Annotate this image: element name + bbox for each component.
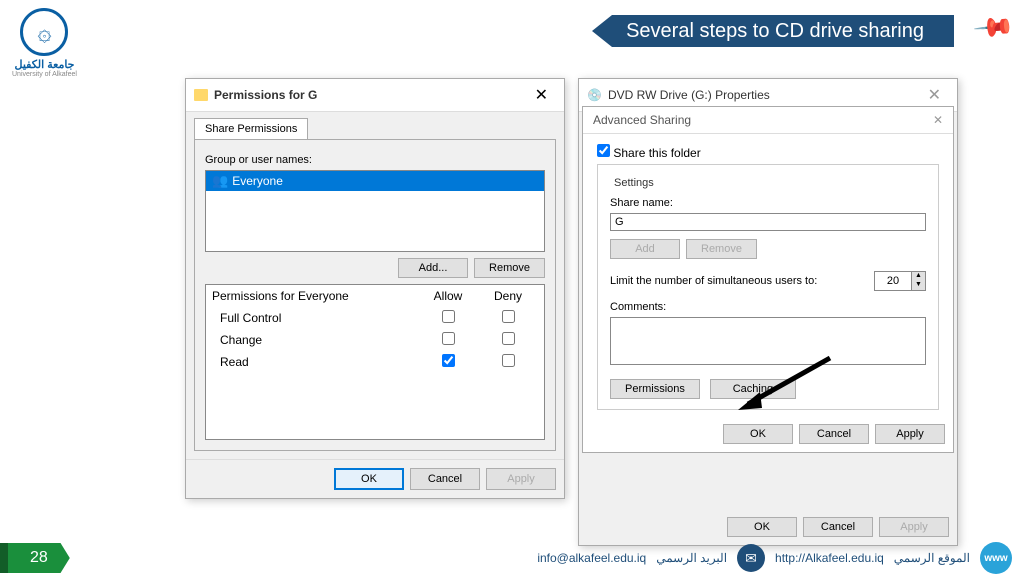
properties-title: DVD RW Drive (G:) Properties <box>608 88 914 102</box>
cancel-button[interactable]: Cancel <box>410 468 480 490</box>
perm-name: Full Control <box>220 311 418 325</box>
dialog-buttons: OK Cancel Apply <box>186 459 564 498</box>
slide-title-banner: Several steps to CD drive sharing <box>592 15 1024 47</box>
limit-users-input[interactable] <box>875 272 911 290</box>
logo-icon: ۞ <box>20 8 68 56</box>
deny-checkbox[interactable] <box>502 332 515 345</box>
folder-icon <box>194 89 208 101</box>
permissions-dialog: Permissions for G ✕ Share Permissions Gr… <box>185 78 565 499</box>
footer-site: http://Alkafeel.edu.iq <box>775 551 884 565</box>
apply-button[interactable]: Apply <box>879 517 949 537</box>
perm-row-read: Read <box>206 351 544 373</box>
ok-button[interactable]: OK <box>723 424 793 444</box>
deny-checkbox[interactable] <box>502 310 515 323</box>
perm-name: Change <box>220 333 418 347</box>
close-icon[interactable]: ✕ <box>527 85 556 105</box>
allow-checkbox[interactable] <box>442 310 455 323</box>
settings-label: Settings <box>610 177 658 189</box>
remove-share-button[interactable]: Remove <box>686 239 757 259</box>
advanced-sharing-titlebar: Advanced Sharing ✕ <box>583 107 953 134</box>
cancel-button[interactable]: Cancel <box>799 424 869 444</box>
ok-button[interactable]: OK <box>334 468 404 490</box>
permissions-button[interactable]: Permissions <box>610 379 700 399</box>
www-icon: www <box>980 542 1012 574</box>
advanced-sharing-title: Advanced Sharing <box>593 113 933 127</box>
close-icon[interactable]: ✕ <box>933 113 943 127</box>
comments-label: Comments: <box>610 301 926 313</box>
group-names-list[interactable]: 👥 Everyone <box>205 170 545 252</box>
share-folder-checkbox[interactable] <box>597 144 610 157</box>
allow-checkbox[interactable] <box>442 354 455 367</box>
drive-icon: 💿 <box>587 88 602 102</box>
footer-email-label: البريد الرسمي <box>656 551 727 565</box>
logo-text-ar: جامعة الكفيل <box>12 58 77 71</box>
tab-share-permissions[interactable]: Share Permissions <box>194 118 308 139</box>
add-share-button[interactable]: Add <box>610 239 680 259</box>
share-name-input[interactable] <box>610 213 926 231</box>
users-icon: 👥 <box>212 173 228 189</box>
permissions-panel: Group or user names: 👥 Everyone Add... R… <box>194 139 556 451</box>
caching-button[interactable]: Caching <box>710 379 796 399</box>
perm-name: Read <box>220 355 418 369</box>
spinner-down-icon[interactable]: ▼ <box>911 281 925 290</box>
remove-button[interactable]: Remove <box>474 258 545 278</box>
slide-footer: 28 info@alkafeel.edu.iq البريد الرسمي ✉ … <box>0 540 1024 576</box>
share-folder-checkbox-label[interactable]: Share this folder <box>597 146 701 160</box>
group-names-label: Group or user names: <box>205 154 545 166</box>
list-item[interactable]: 👥 Everyone <box>206 171 544 191</box>
permissions-table: Permissions for Everyone Allow Deny Full… <box>205 284 545 440</box>
footer-email: info@alkafeel.edu.iq <box>537 551 646 565</box>
share-folder-text: Share this folder <box>613 146 700 160</box>
deny-checkbox[interactable] <box>502 354 515 367</box>
comments-input[interactable] <box>610 317 926 365</box>
permissions-title: Permissions for G <box>214 88 521 102</box>
slide-number: 28 <box>8 543 70 573</box>
permissions-titlebar: Permissions for G ✕ <box>186 79 564 112</box>
share-name-label: Share name: <box>610 197 926 209</box>
perm-row-full-control: Full Control <box>206 307 544 329</box>
perm-row-change: Change <box>206 329 544 351</box>
logo-text-en: University of Alkafeel <box>12 71 77 78</box>
slide-title: Several steps to CD drive sharing <box>612 15 954 47</box>
ok-button[interactable]: OK <box>727 517 797 537</box>
limit-users-label: Limit the number of simultaneous users t… <box>610 275 866 287</box>
footer-site-label: الموقع الرسمي <box>894 551 970 565</box>
list-item-label: Everyone <box>232 174 283 188</box>
mail-icon: ✉ <box>737 544 765 572</box>
cancel-button[interactable]: Cancel <box>803 517 873 537</box>
deny-header: Deny <box>478 289 538 303</box>
apply-button[interactable]: Apply <box>875 424 945 444</box>
advanced-sharing-dialog: Advanced Sharing ✕ Share this folder Set… <box>582 106 954 453</box>
apply-button[interactable]: Apply <box>486 468 556 490</box>
limit-users-spinner[interactable]: ▲ ▼ <box>874 271 926 291</box>
spinner-up-icon[interactable]: ▲ <box>911 272 925 281</box>
allow-checkbox[interactable] <box>442 332 455 345</box>
perm-for-label: Permissions for Everyone <box>212 289 418 303</box>
add-button[interactable]: Add... <box>398 258 468 278</box>
settings-group: Settings Share name: Add Remove Limit th… <box>597 164 939 410</box>
allow-header: Allow <box>418 289 478 303</box>
university-logo: ۞ جامعة الكفيل University of Alkafeel <box>12 8 77 78</box>
close-icon[interactable]: ✕ <box>920 85 949 105</box>
